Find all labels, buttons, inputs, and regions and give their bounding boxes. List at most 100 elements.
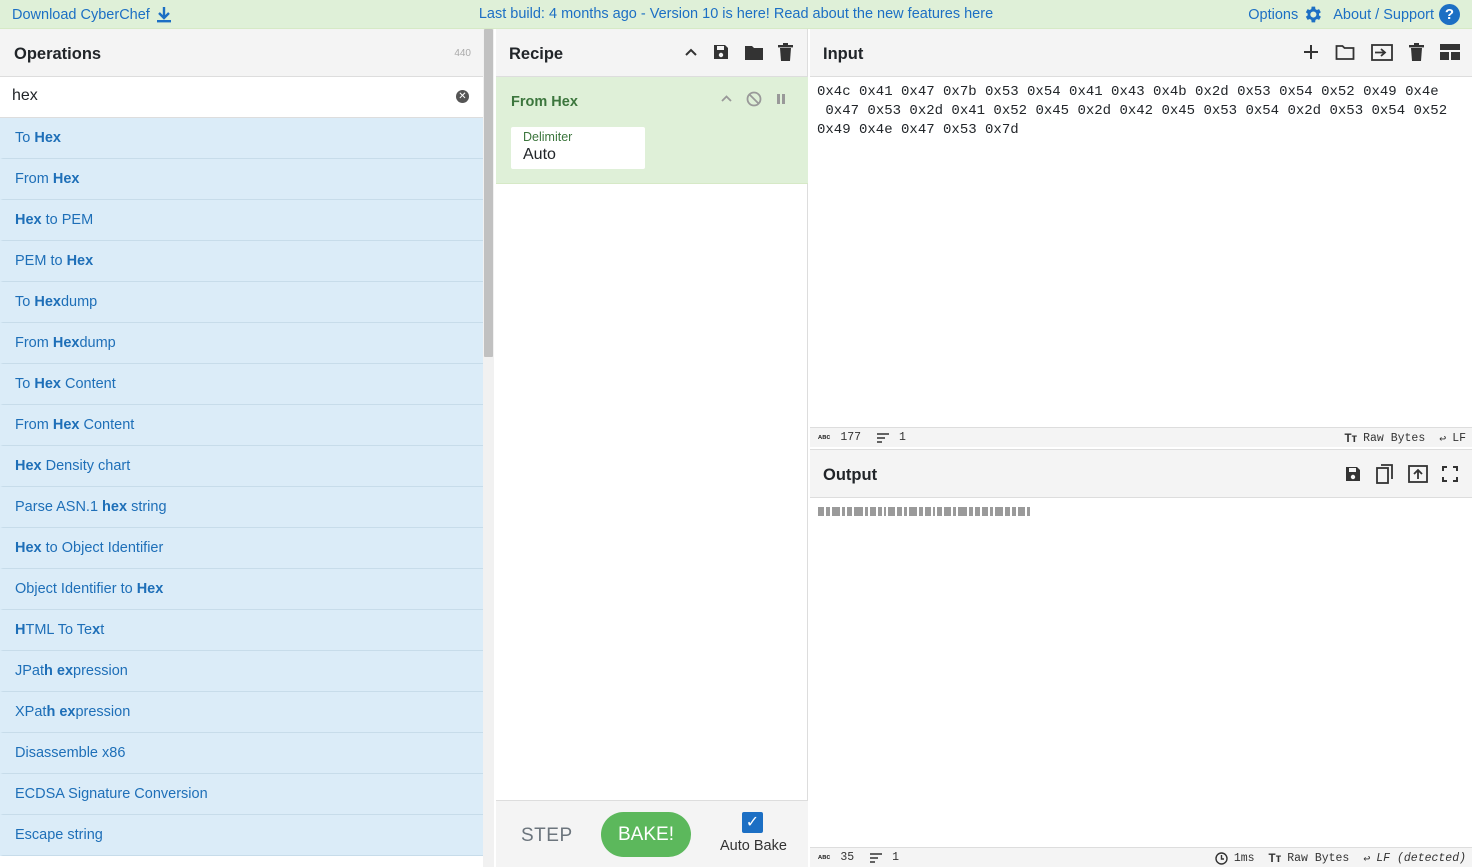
load-recipe-icon[interactable]	[744, 44, 764, 61]
help-icon[interactable]: ?	[1439, 4, 1460, 25]
open-file-icon[interactable]	[1371, 43, 1393, 61]
operation-item[interactable]: JPath expression	[0, 651, 483, 692]
operation-label[interactable]: To	[15, 130, 34, 146]
operation-label[interactable]: Disassemble x86	[15, 745, 125, 761]
clear-input-icon[interactable]	[1409, 43, 1424, 61]
scrollbar-thumb[interactable]	[484, 29, 493, 357]
bake-button[interactable]: BAKE!	[601, 812, 691, 857]
operation-match-highlight[interactable]: Hex	[53, 335, 80, 351]
gear-icon[interactable]	[1302, 4, 1323, 25]
operation-label[interactable]: TML To Te	[25, 622, 92, 638]
operation-item[interactable]: PEM to Hex	[0, 241, 483, 282]
search-input[interactable]	[12, 87, 432, 105]
download-label[interactable]: Download CyberChef	[12, 7, 150, 23]
operation-label[interactable]: JPat	[15, 663, 44, 679]
operation-match-highlight[interactable]: x	[92, 622, 100, 638]
operation-match-highlight[interactable]: Hex	[34, 376, 61, 392]
operation-match-highlight[interactable]: Hex	[53, 417, 80, 433]
pause-icon[interactable]	[776, 93, 786, 105]
output-encoding-label[interactable]: Raw Bytes	[1287, 852, 1349, 865]
input-encoding-label[interactable]: Raw Bytes	[1363, 432, 1425, 445]
operation-label[interactable]: pression	[75, 704, 130, 720]
operation-label[interactable]: From	[15, 335, 53, 351]
operation-label[interactable]: Content	[61, 376, 116, 392]
operation-match-highlight[interactable]: Hex	[67, 253, 94, 269]
input-eol-label[interactable]: LF	[1452, 432, 1466, 445]
operation-item[interactable]: Disassemble x86	[0, 733, 483, 774]
download-icon[interactable]	[156, 6, 172, 23]
output-text-redacted[interactable]	[818, 504, 1116, 518]
operation-item[interactable]: Hex to Object Identifier	[0, 528, 483, 569]
input-textarea[interactable]: 0x4c 0x41 0x47 0x7b 0x53 0x54 0x41 0x43 …	[817, 83, 1462, 140]
delimiter-field[interactable]: Delimiter Auto	[511, 127, 645, 169]
operation-item[interactable]: To Hex	[0, 118, 483, 159]
operation-item[interactable]: Escape string	[0, 815, 483, 856]
operation-item[interactable]: Parse ASN.1 hex string	[0, 487, 483, 528]
operation-label[interactable]: t	[100, 622, 104, 638]
operation-item[interactable]: To Hexdump	[0, 282, 483, 323]
operation-item[interactable]: XPath expression	[0, 692, 483, 733]
operation-item[interactable]: Hex Density chart	[0, 446, 483, 487]
operation-label[interactable]: From	[15, 171, 53, 187]
operation-label[interactable]: XPat	[15, 704, 46, 720]
operation-item[interactable]: To Hex Content	[0, 364, 483, 405]
replace-input-icon[interactable]	[1408, 465, 1428, 483]
operation-item[interactable]: From Hex	[0, 159, 483, 200]
auto-bake-label[interactable]: Auto Bake	[720, 838, 787, 854]
operation-label[interactable]: dump	[79, 335, 115, 351]
operation-label[interactable]: to PEM	[42, 212, 94, 228]
operation-match-highlight[interactable]: h ex	[46, 704, 75, 720]
operation-match-highlight[interactable]: H	[15, 622, 25, 638]
reset-layout-icon[interactable]	[1440, 44, 1460, 60]
auto-bake-checkbox[interactable]: ✓	[742, 812, 763, 833]
clear-search-icon[interactable]: ✕	[456, 90, 469, 103]
operation-match-highlight[interactable]: Hex	[137, 581, 164, 597]
operation-label[interactable]: Escape string	[15, 827, 103, 843]
operation-label[interactable]: to Object Identifier	[42, 540, 164, 556]
operation-match-highlight[interactable]: hex	[102, 499, 127, 515]
about-label[interactable]: About / Support	[1333, 7, 1434, 23]
operation-item[interactable]: Object Identifier to Hex	[0, 569, 483, 610]
operation-label[interactable]: PEM to	[15, 253, 67, 269]
output-encoding[interactable]: Tт Raw Bytes	[1269, 852, 1350, 865]
step-button[interactable]: STEP	[521, 825, 573, 847]
operation-match-highlight[interactable]: Hex	[15, 212, 42, 228]
save-recipe-icon[interactable]	[712, 43, 730, 61]
disable-operation-icon[interactable]	[746, 91, 762, 107]
copy-output-icon[interactable]	[1376, 464, 1394, 484]
download-link[interactable]: Download CyberChef	[12, 6, 172, 23]
recipe-operation-from-hex[interactable]: From Hex Delimiter Auto	[496, 77, 808, 184]
options-button[interactable]: Options	[1248, 4, 1323, 25]
operation-label[interactable]: ECDSA Signature Conversion	[15, 786, 208, 802]
options-label[interactable]: Options	[1248, 7, 1298, 23]
input-eol[interactable]: ↩ LF	[1439, 431, 1466, 446]
operation-label[interactable]: From	[15, 417, 53, 433]
operation-label[interactable]: Parse ASN.1	[15, 499, 102, 515]
operation-match-highlight[interactable]: Hex	[53, 171, 80, 187]
operation-match-highlight[interactable]: Hex	[34, 130, 61, 146]
about-support-button[interactable]: About / Support ?	[1333, 4, 1460, 25]
output-eol[interactable]: ↩ LF (detected)	[1363, 851, 1466, 866]
collapse-all-icon[interactable]	[684, 47, 698, 57]
operation-match-highlight[interactable]: Hex	[34, 294, 61, 310]
operation-item[interactable]: ECDSA Signature Conversion	[0, 774, 483, 815]
open-folder-icon[interactable]	[1335, 44, 1355, 61]
operation-label[interactable]: Density chart	[42, 458, 131, 474]
operation-item[interactable]: Hex to PEM	[0, 200, 483, 241]
build-message-link[interactable]: Last build: 4 months ago - Version 10 is…	[479, 6, 993, 22]
clear-recipe-icon[interactable]	[778, 43, 793, 61]
operation-item[interactable]: HTML To Text	[0, 610, 483, 651]
operation-label[interactable]: dump	[61, 294, 97, 310]
delimiter-value[interactable]: Auto	[523, 146, 633, 164]
operation-item[interactable]: From Hexdump	[0, 323, 483, 364]
operation-label[interactable]: pression	[73, 663, 128, 679]
input-encoding[interactable]: Tт Raw Bytes	[1344, 432, 1425, 445]
collapse-operation-icon[interactable]	[721, 95, 732, 103]
operation-label[interactable]: string	[127, 499, 166, 515]
maximise-output-icon[interactable]	[1442, 466, 1458, 482]
operations-scrollbar[interactable]	[483, 29, 494, 867]
output-eol-label[interactable]: LF (detected)	[1376, 852, 1466, 865]
add-tab-icon[interactable]	[1303, 44, 1319, 60]
operation-label[interactable]: Object Identifier to	[15, 581, 137, 597]
operation-label[interactable]: To	[15, 376, 34, 392]
